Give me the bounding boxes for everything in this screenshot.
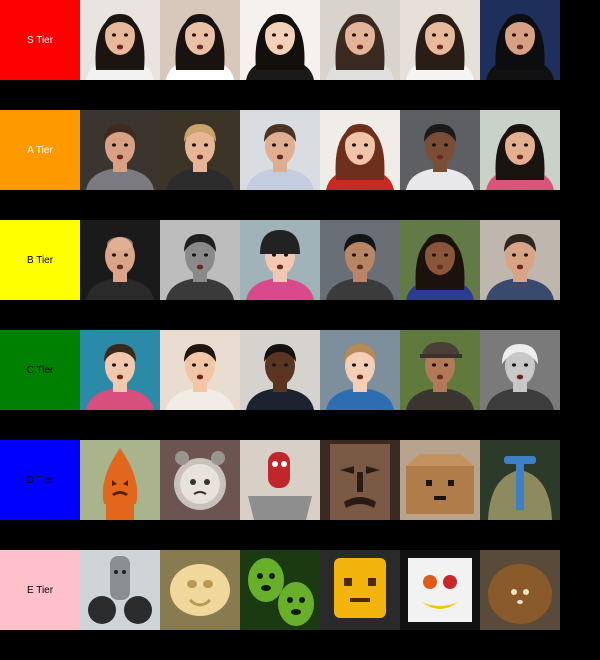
cardboard-box-face-icon[interactable] xyxy=(400,440,480,520)
jet-engine-face-icon-image xyxy=(80,550,160,630)
fruit-plate-face-icon[interactable] xyxy=(400,550,480,630)
tier-label[interactable]: B Tier xyxy=(0,220,80,300)
man-face-icon-image xyxy=(480,220,560,300)
man-face-icon[interactable] xyxy=(240,330,320,410)
old-woman-face-icon-image xyxy=(480,330,560,410)
tier-list: S Tier A Tier B Tier C Tier D Tier E Tier xyxy=(0,0,600,660)
child-face-icon[interactable] xyxy=(320,330,400,410)
carved-face-icon[interactable] xyxy=(320,440,400,520)
man-face-icon[interactable] xyxy=(160,110,240,190)
woman-face-icon-image xyxy=(320,110,400,190)
woman-face-icon-image xyxy=(400,220,480,300)
man-face-icon-image xyxy=(160,220,240,300)
bald-man-face-icon-image xyxy=(80,220,160,300)
tier-label[interactable]: D Tier xyxy=(0,440,80,520)
woman-face-icon-image xyxy=(320,0,400,80)
mop-face-icon-image xyxy=(480,440,560,520)
orange-cone-face-icon[interactable] xyxy=(80,440,160,520)
tier-row-s: S Tier xyxy=(0,0,560,80)
child-face-icon[interactable] xyxy=(80,330,160,410)
man-face-icon[interactable] xyxy=(240,110,320,190)
carved-face-icon-image xyxy=(320,440,400,520)
tier-row-d: D Tier xyxy=(0,440,560,520)
tier-label[interactable]: E Tier xyxy=(0,550,80,630)
pasta-face-icon[interactable] xyxy=(160,550,240,630)
jet-engine-face-icon[interactable] xyxy=(80,550,160,630)
cardboard-box-face-icon-image xyxy=(400,440,480,520)
tier-row-c: C Tier xyxy=(0,330,560,410)
woman-face-icon[interactable] xyxy=(480,0,560,80)
jar-face-icon[interactable] xyxy=(480,550,560,630)
tier-label[interactable]: S Tier xyxy=(0,0,80,80)
bald-man-face-icon[interactable] xyxy=(80,220,160,300)
woman-face-icon[interactable] xyxy=(80,0,160,80)
child-helmet-face-icon-image xyxy=(240,220,320,300)
woman-face-icon[interactable] xyxy=(240,0,320,80)
man-face-icon-image xyxy=(400,110,480,190)
alarm-clock-face-icon[interactable] xyxy=(160,440,240,520)
woman-face-icon[interactable] xyxy=(160,0,240,80)
man-face-icon-image xyxy=(240,330,320,410)
old-man-cap-face-icon[interactable] xyxy=(400,330,480,410)
yellow-box-face-icon[interactable] xyxy=(320,550,400,630)
man-face-icon[interactable] xyxy=(80,110,160,190)
woman-face-icon-image xyxy=(160,0,240,80)
red-toy-face-icon[interactable] xyxy=(240,440,320,520)
orange-cone-face-icon-image xyxy=(80,440,160,520)
man-face-icon-image xyxy=(240,110,320,190)
tier-row-b: B Tier xyxy=(0,220,560,300)
woman-face-icon[interactable] xyxy=(480,110,560,190)
red-toy-face-icon-image xyxy=(240,440,320,520)
green-pepper-face-icon[interactable] xyxy=(240,550,320,630)
tier-row-a: A Tier xyxy=(0,110,560,190)
woman-face-icon-image xyxy=(240,0,320,80)
mop-face-icon[interactable] xyxy=(480,440,560,520)
green-pepper-face-icon-image xyxy=(240,550,320,630)
baby-face-icon[interactable] xyxy=(160,330,240,410)
woman-face-icon[interactable] xyxy=(320,110,400,190)
woman-face-icon-image xyxy=(480,0,560,80)
woman-face-icon-image xyxy=(480,110,560,190)
baby-face-icon-image xyxy=(160,330,240,410)
man-face-icon[interactable] xyxy=(400,110,480,190)
man-face-icon-image xyxy=(160,110,240,190)
man-face-icon[interactable] xyxy=(480,220,560,300)
tier-row-e: E Tier xyxy=(0,550,560,630)
tier-label[interactable]: C Tier xyxy=(0,330,80,410)
woman-face-icon[interactable] xyxy=(400,220,480,300)
yellow-box-face-icon-image xyxy=(320,550,400,630)
old-woman-face-icon[interactable] xyxy=(480,330,560,410)
pasta-face-icon-image xyxy=(160,550,240,630)
woman-face-icon-image xyxy=(80,0,160,80)
man-face-icon[interactable] xyxy=(320,220,400,300)
jar-face-icon-image xyxy=(480,550,560,630)
child-face-icon-image xyxy=(80,330,160,410)
old-man-cap-face-icon-image xyxy=(400,330,480,410)
man-face-icon[interactable] xyxy=(160,220,240,300)
alarm-clock-face-icon-image xyxy=(160,440,240,520)
fruit-plate-face-icon-image xyxy=(400,550,480,630)
man-face-icon-image xyxy=(80,110,160,190)
child-face-icon-image xyxy=(320,330,400,410)
tier-label[interactable]: A Tier xyxy=(0,110,80,190)
woman-face-icon[interactable] xyxy=(400,0,480,80)
woman-face-icon-image xyxy=(400,0,480,80)
child-helmet-face-icon[interactable] xyxy=(240,220,320,300)
woman-face-icon[interactable] xyxy=(320,0,400,80)
man-face-icon-image xyxy=(320,220,400,300)
